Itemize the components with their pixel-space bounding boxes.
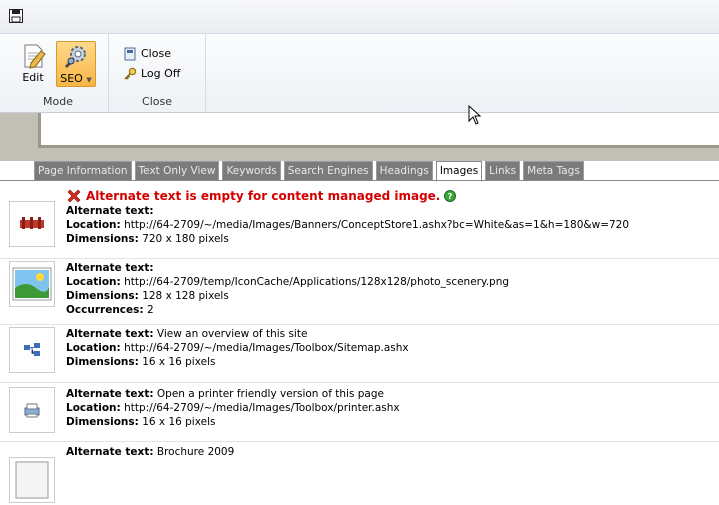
dimensions-value: 16 x 16 pixels <box>142 416 216 428</box>
dimensions-value: 720 x 180 pixels <box>142 233 229 245</box>
photo-scenery-icon <box>12 267 52 301</box>
help-icon[interactable]: ? <box>444 190 457 202</box>
tab-meta-tags[interactable]: Meta Tags <box>523 161 584 181</box>
alt-text-value: Open a printer friendly version of this … <box>156 388 384 400</box>
seo-tabs: Page Information Text Only View Keywords… <box>34 161 584 182</box>
location-label: Location: <box>66 276 121 288</box>
brochure-thumbnail-icon <box>15 461 49 499</box>
mouse-cursor-icon <box>468 105 482 125</box>
save-icon[interactable] <box>9 9 23 23</box>
tab-text-only-view[interactable]: Text Only View <box>134 161 220 181</box>
edit-button[interactable]: Edit <box>14 41 52 85</box>
svg-text:?: ? <box>448 192 453 201</box>
ribbon: Edit SEO ▼ Mode Close Log Off Close <box>0 34 719 113</box>
image-thumbnail <box>9 457 55 503</box>
tab-links[interactable]: Links <box>485 161 521 181</box>
tab-images[interactable]: Images <box>435 161 483 182</box>
divider <box>0 324 719 325</box>
tab-headings[interactable]: Headings <box>375 161 433 181</box>
alt-text-value: Brochure 2009 <box>156 446 235 458</box>
location-value: http://64-2709/~/media/Images/Toolbox/pr… <box>124 402 400 414</box>
sitemap-icon <box>24 343 40 356</box>
edit-page-icon <box>24 44 46 69</box>
alt-text-label: Alternate text: <box>66 446 154 458</box>
tab-page-information[interactable]: Page Information <box>34 161 132 181</box>
edit-button-label: Edit <box>22 71 44 84</box>
close-button[interactable]: Close <box>123 45 171 62</box>
alt-text-value: View an overview of this site <box>156 328 308 340</box>
dimensions-label: Dimensions: <box>66 290 139 302</box>
occurrences-value: 2 <box>146 304 154 316</box>
seo-button-label: SEO <box>60 72 83 85</box>
key-icon <box>124 67 137 80</box>
seo-gear-icon <box>64 46 86 69</box>
location-value: http://64-2709/~/media/Images/Banners/Co… <box>124 219 630 231</box>
alt-text-label: Alternate text: <box>66 262 154 274</box>
log-off-button[interactable]: Log Off <box>123 65 180 82</box>
tab-keywords[interactable]: Keywords <box>222 161 281 181</box>
banner-thumbnail-icon <box>20 217 44 229</box>
close-group: Close Log Off Close <box>109 34 206 112</box>
chevron-down-icon: ▼ <box>86 76 92 84</box>
divider <box>0 382 719 383</box>
image-thumbnail <box>9 387 55 433</box>
location-label: Location: <box>66 219 121 231</box>
log-off-button-label: Log Off <box>141 67 181 80</box>
location-value: http://64-2709/~/media/Images/Toolbox/Si… <box>124 342 409 354</box>
dimensions-label: Dimensions: <box>66 233 139 245</box>
page-preview-frame <box>38 113 719 148</box>
dimensions-label: Dimensions: <box>66 416 139 428</box>
alt-text-label: Alternate text: <box>66 328 154 340</box>
warning-text: Alternate text is empty for content mana… <box>86 189 441 203</box>
tab-baseline <box>0 180 719 181</box>
divider <box>0 258 719 259</box>
title-bar <box>0 0 719 34</box>
location-label: Location: <box>66 402 121 414</box>
dimensions-value: 128 x 128 pixels <box>142 290 229 302</box>
close-document-icon <box>124 47 136 60</box>
occurrences-label: Occurrences: <box>66 304 144 316</box>
image-thumbnail <box>9 201 55 247</box>
close-button-label: Close <box>141 47 171 60</box>
alt-text-warning: Alternate text is empty for content mana… <box>66 188 629 204</box>
printer-icon <box>24 403 40 418</box>
image-thumbnail <box>9 261 55 307</box>
close-group-label: Close <box>142 95 172 108</box>
dimensions-value: 16 x 16 pixels <box>142 356 216 368</box>
tab-search-engines[interactable]: Search Engines <box>283 161 373 181</box>
mode-group: Edit SEO ▼ Mode <box>8 34 109 112</box>
divider <box>0 441 719 442</box>
location-label: Location: <box>66 342 121 354</box>
dimensions-label: Dimensions: <box>66 356 139 368</box>
alt-text-label: Alternate text: <box>66 205 154 217</box>
seo-button[interactable]: SEO ▼ <box>56 41 96 87</box>
location-value: http://64-2709/temp/IconCache/Applicatio… <box>124 276 510 288</box>
image-thumbnail <box>9 327 55 373</box>
mode-group-label: Mode <box>43 95 73 108</box>
alt-text-label: Alternate text: <box>66 388 154 400</box>
error-x-icon <box>67 189 81 203</box>
